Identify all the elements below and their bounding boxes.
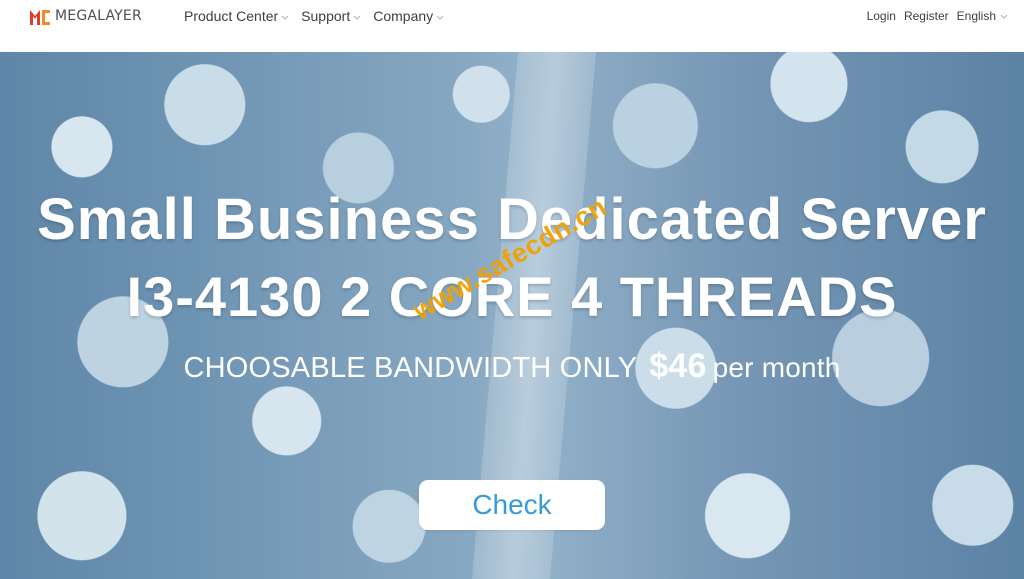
- main-nav: Product Center Support Company: [184, 8, 456, 24]
- check-button[interactable]: Check: [419, 480, 605, 530]
- nav-support[interactable]: Support: [301, 8, 361, 24]
- nav-support-label: Support: [301, 8, 351, 24]
- nav-company[interactable]: Company: [373, 8, 444, 24]
- offer-period: per month: [712, 352, 841, 383]
- hero-offer: CHOOSABLE BANDWIDTH ONLY $46 per month: [0, 347, 1024, 386]
- login-link[interactable]: Login: [867, 9, 896, 23]
- nav-company-label: Company: [373, 8, 434, 24]
- chevron-down-icon: [353, 15, 361, 20]
- nav-product-center[interactable]: Product Center: [184, 8, 289, 24]
- offer-price: $46: [649, 347, 707, 385]
- brand-logo[interactable]: MEGALAYER: [29, 6, 142, 26]
- nav-product-center-label: Product Center: [184, 8, 279, 24]
- language-selector[interactable]: English: [957, 9, 996, 23]
- chevron-down-icon: [1000, 14, 1008, 19]
- megalayer-logo-icon: [30, 10, 50, 25]
- brand-name: MEGALAYER: [55, 8, 142, 24]
- account-nav: Login Register English: [859, 9, 1008, 23]
- offer-text: CHOOSABLE BANDWIDTH ONLY: [183, 352, 638, 384]
- chevron-down-icon: [281, 15, 289, 20]
- register-link[interactable]: Register: [904, 9, 949, 23]
- top-navigation-bar: MEGALAYER Product Center Support Company…: [0, 0, 1024, 52]
- chevron-down-icon: [436, 15, 444, 20]
